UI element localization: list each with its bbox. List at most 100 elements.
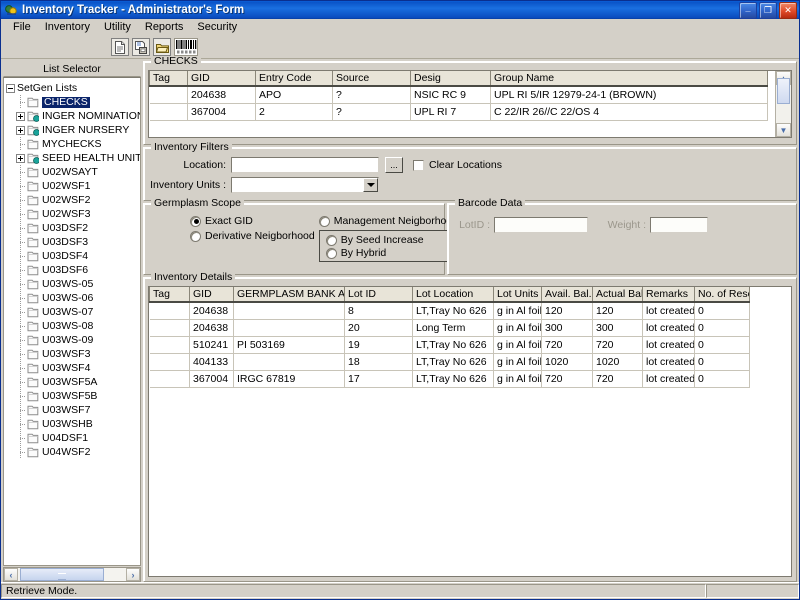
- collapse-icon[interactable]: [6, 83, 15, 93]
- scroll-left-button[interactable]: ‹: [4, 568, 18, 581]
- tree-item-u04wsf2[interactable]: U04WSF2: [6, 445, 140, 459]
- save-document-button[interactable]: [132, 38, 150, 56]
- row-tag-cell[interactable]: [149, 86, 188, 104]
- tree-item-u03wshb[interactable]: U03WSHB: [6, 417, 140, 431]
- table-cell[interactable]: 0: [694, 336, 750, 354]
- table-cell[interactable]: g in Al foil: [493, 336, 542, 354]
- table-row[interactable]: 404133 18 LT,Tray No 626 g in Al foil 1020 10…: [149, 353, 750, 371]
- menu-security[interactable]: Security: [190, 20, 244, 34]
- table-cell[interactable]: 2: [255, 103, 333, 121]
- table-cell[interactable]: 120: [541, 302, 593, 320]
- column-header[interactable]: GERMPLASM BANK ACCESSI: [233, 287, 345, 303]
- table-cell[interactable]: 204638: [189, 319, 234, 337]
- table-cell[interactable]: 204638: [189, 302, 234, 320]
- tree-item-u03ws-09[interactable]: U03WS-09: [6, 333, 140, 347]
- tree-item-u02wsf2[interactable]: U02WSF2: [6, 193, 140, 207]
- expand-icon[interactable]: [16, 153, 25, 163]
- inventory-details-grid[interactable]: TagGIDGERMPLASM BANK ACCESSILot IDLot Lo…: [148, 286, 792, 577]
- scroll-track[interactable]: [18, 568, 126, 581]
- weight-input[interactable]: [650, 217, 708, 233]
- table-cell[interactable]: 1020: [592, 353, 643, 371]
- table-cell[interactable]: lot created F: [642, 302, 695, 320]
- table-cell[interactable]: 300: [541, 319, 593, 337]
- table-cell[interactable]: 19: [344, 336, 413, 354]
- radio-by-seed-increase[interactable]: By Seed Increase: [325, 234, 451, 246]
- tree-item-u03dsf6[interactable]: U03DSF6: [6, 263, 140, 277]
- column-header[interactable]: Lot Units: [493, 287, 542, 303]
- menu-inventory[interactable]: Inventory: [38, 20, 97, 34]
- table-cell[interactable]: 120: [592, 302, 643, 320]
- checks-vertical-scrollbar[interactable]: ▲ ▼: [775, 71, 791, 137]
- table-cell[interactable]: 367004: [189, 370, 234, 388]
- table-cell[interactable]: LT,Tray No 626: [412, 370, 494, 388]
- table-cell[interactable]: LT,Tray No 626: [412, 353, 494, 371]
- close-button[interactable]: ✕: [779, 1, 797, 19]
- tree-item-u03ws-06[interactable]: U03WS-06: [6, 291, 140, 305]
- chevron-down-icon[interactable]: [363, 178, 378, 192]
- table-cell[interactable]: 20: [344, 319, 413, 337]
- tree-item-seed-health-unit[interactable]: SEED HEALTH UNIT: [6, 151, 140, 165]
- table-cell[interactable]: 18: [344, 353, 413, 371]
- scroll-thumb[interactable]: [20, 568, 105, 581]
- tree-item-u03dsf4[interactable]: U03DSF4: [6, 249, 140, 263]
- tree-item-u03ws-07[interactable]: U03WS-07: [6, 305, 140, 319]
- column-header[interactable]: Actual Bal.: [592, 287, 643, 303]
- column-header[interactable]: Remarks: [642, 287, 695, 303]
- table-cell[interactable]: 367004: [187, 103, 256, 121]
- expand-icon[interactable]: [16, 111, 25, 121]
- row-tag-cell[interactable]: [149, 319, 190, 337]
- tree-item-inger-nursery[interactable]: INGER NURSERY: [6, 123, 140, 137]
- column-header[interactable]: Desig: [410, 71, 491, 87]
- tree-item-u03wsf4[interactable]: U03WSF4: [6, 361, 140, 375]
- checks-grid[interactable]: Tag GID Entry Code Source Desig Group Name 20…: [148, 70, 792, 138]
- table-cell[interactable]: g in Al foil: [493, 302, 542, 320]
- table-cell[interactable]: g in Al foil: [493, 353, 542, 371]
- table-cell[interactable]: 510241: [189, 336, 234, 354]
- table-row[interactable]: 367004 IRGC 67819 17 LT,Tray No 626 g in Al …: [149, 370, 750, 388]
- tree-item-u03ws-08[interactable]: U03WS-08: [6, 319, 140, 333]
- tree-item-u04dsf1[interactable]: U04DSF1: [6, 431, 140, 445]
- table-row[interactable]: 204638 20 Long Term g in Al foil 300 300 lot c…: [149, 319, 750, 337]
- expand-icon[interactable]: [16, 125, 25, 135]
- new-document-button[interactable]: [111, 38, 129, 56]
- clear-locations-checkbox[interactable]: [413, 159, 424, 171]
- column-header[interactable]: Avail. Bal.: [541, 287, 593, 303]
- menu-file[interactable]: File: [6, 20, 38, 34]
- table-cell[interactable]: 1020: [541, 353, 593, 371]
- tree-item-checks[interactable]: CHECKS: [6, 95, 140, 109]
- table-cell[interactable]: 720: [592, 370, 643, 388]
- barcode-button[interactable]: [174, 38, 198, 56]
- table-row[interactable]: 204638 8 LT,Tray No 626 g in Al foil 120 120 l…: [149, 302, 750, 320]
- row-tag-cell[interactable]: [149, 336, 190, 354]
- table-cell[interactable]: PI 503169: [233, 336, 345, 354]
- table-cell[interactable]: lot created F: [642, 353, 695, 371]
- table-cell[interactable]: 204638: [187, 86, 256, 104]
- table-cell[interactable]: UPL RI 7: [410, 103, 491, 121]
- row-tag-cell[interactable]: [149, 370, 190, 388]
- tree-item-mychecks[interactable]: MYCHECKS: [6, 137, 140, 151]
- table-cell[interactable]: 0: [694, 370, 750, 388]
- column-header[interactable]: Tag: [149, 287, 190, 303]
- tree-item-u03wsf3[interactable]: U03WSF3: [6, 347, 140, 361]
- column-header[interactable]: Tag: [149, 71, 188, 87]
- list-selector-tree[interactable]: SetGen ListsCHECKSINGER NOMINATION LISIN…: [3, 77, 141, 566]
- row-tag-cell[interactable]: [149, 103, 188, 121]
- table-cell[interactable]: lot created 2: [642, 319, 695, 337]
- scroll-thumb[interactable]: [777, 78, 790, 104]
- table-cell[interactable]: g in Al foil: [493, 319, 542, 337]
- tree-item-inger-nomination-lis[interactable]: INGER NOMINATION LIS: [6, 109, 140, 123]
- scroll-down-button[interactable]: ▼: [776, 123, 791, 137]
- column-header[interactable]: Group Name: [490, 71, 768, 87]
- column-header[interactable]: GID: [187, 71, 256, 87]
- table-cell[interactable]: 17: [344, 370, 413, 388]
- column-header[interactable]: GID: [189, 287, 234, 303]
- table-cell[interactable]: 720: [541, 370, 593, 388]
- column-header[interactable]: Entry Code: [255, 71, 333, 87]
- column-header[interactable]: Lot Location: [412, 287, 494, 303]
- table-cell[interactable]: Long Term: [412, 319, 494, 337]
- table-cell[interactable]: [233, 319, 345, 337]
- table-cell[interactable]: 300: [592, 319, 643, 337]
- tree-item-u03ws-05[interactable]: U03WS-05: [6, 277, 140, 291]
- column-header[interactable]: Source: [332, 71, 411, 87]
- menu-reports[interactable]: Reports: [138, 20, 191, 34]
